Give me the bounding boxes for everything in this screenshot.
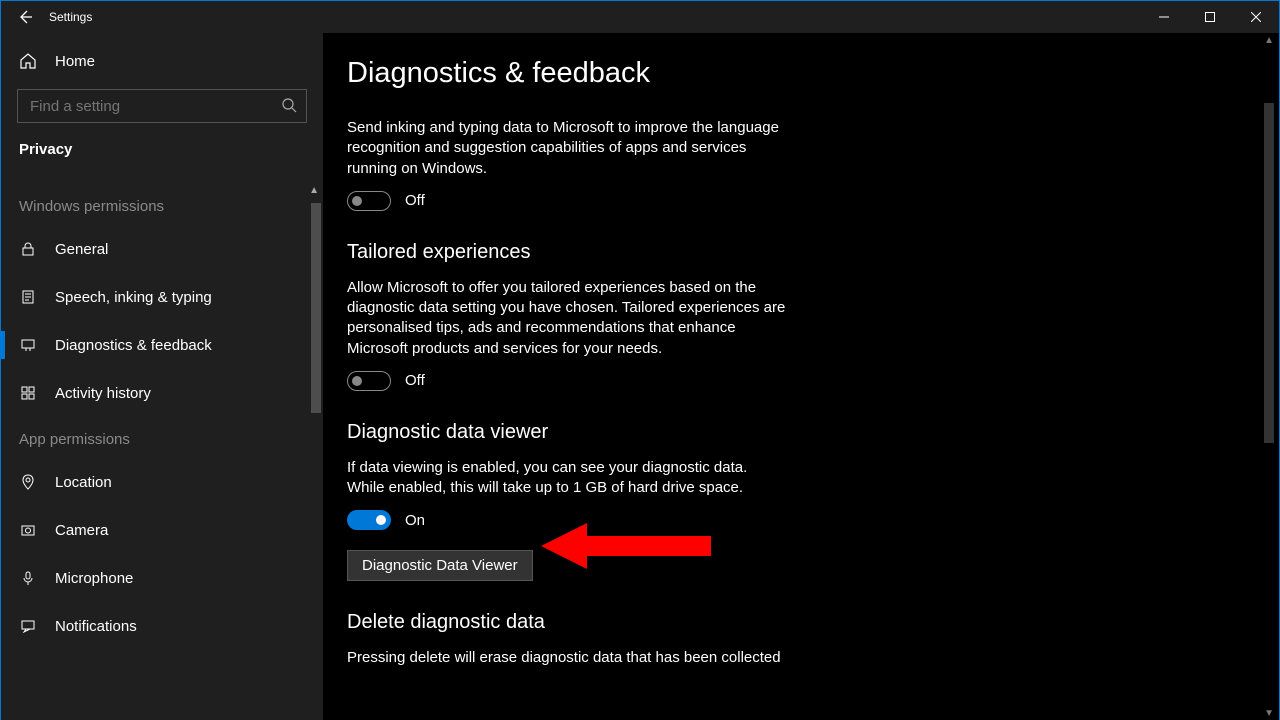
microphone-icon <box>19 569 37 587</box>
sidebar-item-label: Location <box>55 474 112 491</box>
diagnostic-data-viewer-button[interactable]: Diagnostic Data Viewer <box>347 550 533 581</box>
tailored-heading: Tailored experiences <box>347 241 1279 264</box>
sidebar-item-label: Activity history <box>55 385 151 402</box>
sidebar-item-label: Notifications <box>55 618 137 635</box>
scroll-down-icon[interactable]: ▼ <box>1264 708 1274 719</box>
feedback-icon <box>19 336 37 354</box>
sidebar-home[interactable]: Home <box>1 37 323 85</box>
sidebar-item-speech[interactable]: Speech, inking & typing <box>1 273 323 321</box>
delete-description: Pressing delete will erase diagnostic da… <box>347 648 787 668</box>
page-title: Diagnostics & feedback <box>347 57 1279 90</box>
sidebar-item-activity[interactable]: Activity history <box>1 369 323 417</box>
location-icon <box>19 473 37 491</box>
sidebar-item-label: Speech, inking & typing <box>55 289 212 306</box>
sidebar-item-label: Camera <box>55 522 108 539</box>
sidebar-item-microphone[interactable]: Microphone <box>1 554 323 602</box>
sidebar-item-location[interactable]: Location <box>1 458 323 506</box>
delete-heading: Delete diagnostic data <box>347 611 1279 634</box>
sidebar-item-camera[interactable]: Camera <box>1 506 323 554</box>
history-icon <box>19 384 37 402</box>
lock-icon <box>19 240 37 258</box>
close-button[interactable] <box>1233 1 1279 33</box>
sidebar-item-label: Diagnostics & feedback <box>55 337 212 354</box>
tailored-description: Allow Microsoft to offer you tailored ex… <box>347 278 787 359</box>
viewer-toggle-label: On <box>405 512 425 529</box>
clipboard-icon <box>19 288 37 306</box>
sidebar-item-notifications[interactable]: Notifications <box>1 602 323 650</box>
viewer-toggle[interactable] <box>347 510 391 530</box>
search-icon <box>281 97 297 113</box>
viewer-heading: Diagnostic data viewer <box>347 421 1279 444</box>
main-content: Diagnostics & feedback Send inking and t… <box>323 33 1279 720</box>
notifications-icon <box>19 617 37 635</box>
sidebar-item-general[interactable]: General <box>1 225 323 273</box>
scroll-up-chevron-icon[interactable]: ▲ <box>309 185 319 196</box>
maximize-button[interactable] <box>1187 1 1233 33</box>
inking-description: Send inking and typing data to Microsoft… <box>347 118 787 179</box>
home-icon <box>19 52 37 70</box>
window-title: Settings <box>49 10 92 24</box>
sidebar-group-app-permissions: App permissions <box>1 417 323 458</box>
sidebar-group-windows-permissions: Windows permissions <box>1 184 323 225</box>
main-scrollbar[interactable]: ▲ ▼ <box>1261 33 1277 720</box>
scroll-up-icon[interactable]: ▲ <box>1264 35 1274 46</box>
viewer-description: If data viewing is enabled, you can see … <box>347 458 787 499</box>
sidebar: Home Privacy ▲ Windows permissions Gener… <box>1 33 323 720</box>
back-button[interactable] <box>1 1 49 33</box>
sidebar-item-label: General <box>55 241 108 258</box>
sidebar-home-label: Home <box>55 53 95 70</box>
inking-toggle[interactable] <box>347 191 391 211</box>
tailored-toggle-label: Off <box>405 372 425 389</box>
minimize-button[interactable] <box>1141 1 1187 33</box>
sidebar-item-label: Microphone <box>55 570 133 587</box>
search-input[interactable] <box>17 89 307 123</box>
titlebar: Settings <box>1 1 1279 33</box>
main-scrollbar-thumb[interactable] <box>1264 103 1274 443</box>
tailored-toggle[interactable] <box>347 371 391 391</box>
inking-toggle-label: Off <box>405 192 425 209</box>
camera-icon <box>19 521 37 539</box>
sidebar-section-header: Privacy <box>1 123 323 166</box>
sidebar-item-diagnostics[interactable]: Diagnostics & feedback <box>1 321 323 369</box>
